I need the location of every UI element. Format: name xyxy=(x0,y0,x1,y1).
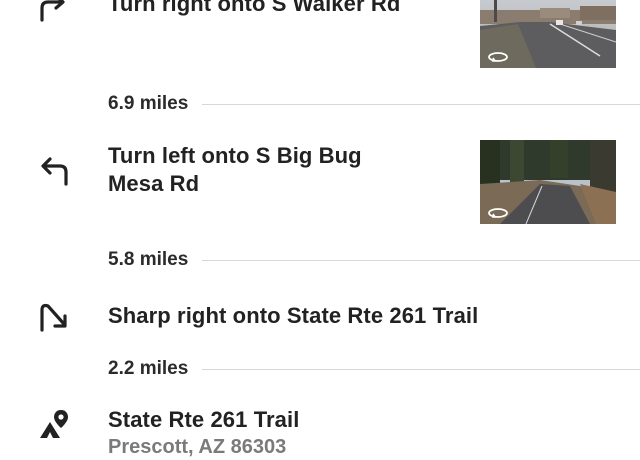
destination-row[interactable]: State Rte 261 Trail Prescott, AZ 86303 xyxy=(0,400,640,460)
distance-label: 2.2 miles xyxy=(108,358,189,379)
distance-label: 5.8 miles xyxy=(108,249,189,270)
divider xyxy=(202,259,640,261)
street-view-thumbnail[interactable] xyxy=(480,0,616,68)
rotate-360-icon xyxy=(486,206,510,220)
distance-separator: 6.9 miles xyxy=(108,92,640,116)
destination-address: Prescott, AZ 86303 xyxy=(108,436,287,458)
street-view-thumbnail[interactable] xyxy=(480,140,616,224)
distance-separator: 5.8 miles xyxy=(108,248,640,272)
divider xyxy=(202,103,640,105)
distance-separator: 2.2 miles xyxy=(108,357,640,381)
step-instruction: Turn right onto S Walker Rd xyxy=(108,0,401,16)
step-instruction-line2: Mesa Rd xyxy=(108,171,200,196)
direction-step-1[interactable]: Turn right onto S Walker Rd xyxy=(0,0,640,80)
step-instruction-line1: Turn left onto S Big Bug xyxy=(108,143,362,168)
step-instruction: Sharp right onto State Rte 261 Trail xyxy=(108,303,479,328)
turn-left-icon xyxy=(34,150,74,190)
rotate-360-icon xyxy=(486,50,510,64)
divider xyxy=(202,368,640,370)
sharp-right-icon xyxy=(34,296,74,336)
turn-right-icon xyxy=(34,0,74,28)
direction-step-2[interactable]: Turn left onto S Big Bug Mesa Rd xyxy=(0,130,640,230)
direction-step-3[interactable]: Sharp right onto State Rte 261 Trail xyxy=(0,290,640,340)
destination-pin-icon xyxy=(34,406,74,446)
destination-name: State Rte 261 Trail xyxy=(108,407,300,432)
distance-label: 6.9 miles xyxy=(108,93,189,114)
